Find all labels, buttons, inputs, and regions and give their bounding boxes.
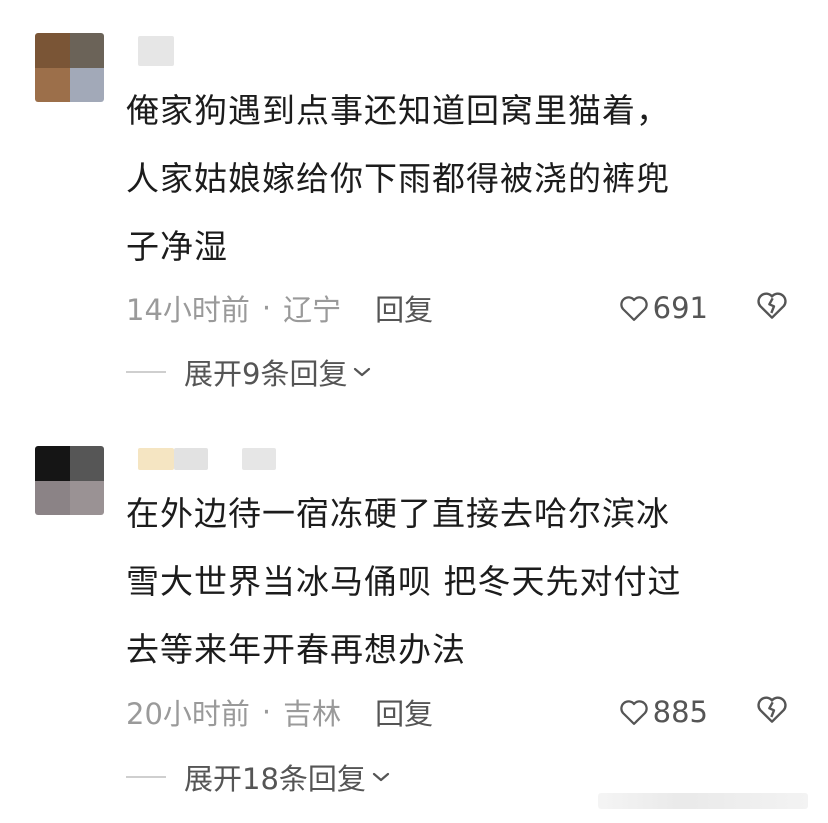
chevron-down-icon — [372, 772, 390, 782]
comment-line: 在外边待一宿冻硬了直接去哈尔滨冰 — [126, 494, 670, 533]
dislike-button[interactable] — [756, 290, 788, 327]
broken-heart-icon — [757, 695, 787, 723]
avatar[interactable] — [35, 33, 104, 102]
divider — [126, 371, 166, 373]
comment-time: 14小时前 — [126, 293, 250, 327]
broken-heart-icon — [757, 291, 787, 319]
avatar-tile — [69, 480, 104, 515]
dislike-button[interactable] — [756, 694, 788, 731]
meta-separator: · — [261, 695, 272, 729]
like-count: 691 — [652, 291, 708, 325]
expand-replies-label: 展开18条回复 — [184, 762, 366, 796]
comment-meta: 14小时前 · 辽宁 回复 691 — [126, 286, 788, 330]
like-button[interactable]: 885 — [619, 695, 708, 729]
avatar-tile — [69, 67, 104, 102]
avatar-tile — [69, 446, 104, 481]
like-count: 885 — [652, 695, 708, 729]
avatar-tile — [35, 33, 70, 68]
comment-line: 雪大世界当冰马俑呗 把冬天先对付过 — [126, 562, 682, 601]
like-button[interactable]: 691 — [619, 291, 708, 325]
comment-time: 20小时前 — [126, 697, 250, 731]
heart-outline-icon — [619, 296, 648, 321]
comment-line: 人家姑娘嫁给你下雨都得被浇的裤兜 — [126, 159, 670, 198]
username-redacted[interactable] — [174, 448, 208, 470]
divider — [126, 776, 166, 778]
avatar-tile — [35, 480, 70, 515]
comment-location: 辽宁 — [283, 293, 342, 327]
comment-line: 去等来年开春再想办法 — [126, 630, 466, 669]
comment-line: 俺家狗遇到点事还知道回窝里猫着， — [126, 91, 670, 130]
username-redacted[interactable] — [138, 448, 174, 470]
comment-text: 在外边待一宿冻硬了直接去哈尔滨冰 雪大世界当冰马俑呗 把冬天先对付过 去等来年开… — [126, 480, 786, 684]
reply-button[interactable]: 回复 — [375, 287, 433, 329]
comment-line: 子净湿 — [126, 227, 228, 266]
reply-button[interactable]: 回复 — [375, 691, 433, 733]
comment-location: 吉林 — [283, 697, 342, 731]
heart-outline-icon — [619, 700, 648, 725]
avatar-tile — [35, 67, 70, 102]
avatar-tile — [69, 33, 104, 68]
avatar-tile — [35, 446, 70, 481]
expand-replies-label: 展开9条回复 — [184, 357, 348, 391]
username-redacted[interactable] — [242, 448, 276, 470]
username-redacted[interactable] — [138, 36, 174, 66]
comment-text: 俺家狗遇到点事还知道回窝里猫着， 人家姑娘嫁给你下雨都得被浇的裤兜 子净湿 — [126, 77, 786, 281]
expand-replies-button[interactable]: 展开9条回复 — [126, 352, 371, 392]
comment-meta: 20小时前 · 吉林 回复 885 — [126, 690, 788, 734]
meta-separator: · — [261, 291, 272, 325]
avatar[interactable] — [35, 446, 104, 515]
chevron-down-icon — [354, 367, 371, 377]
watermark-blur — [598, 793, 808, 809]
expand-replies-button[interactable]: 展开18条回复 — [126, 757, 390, 797]
